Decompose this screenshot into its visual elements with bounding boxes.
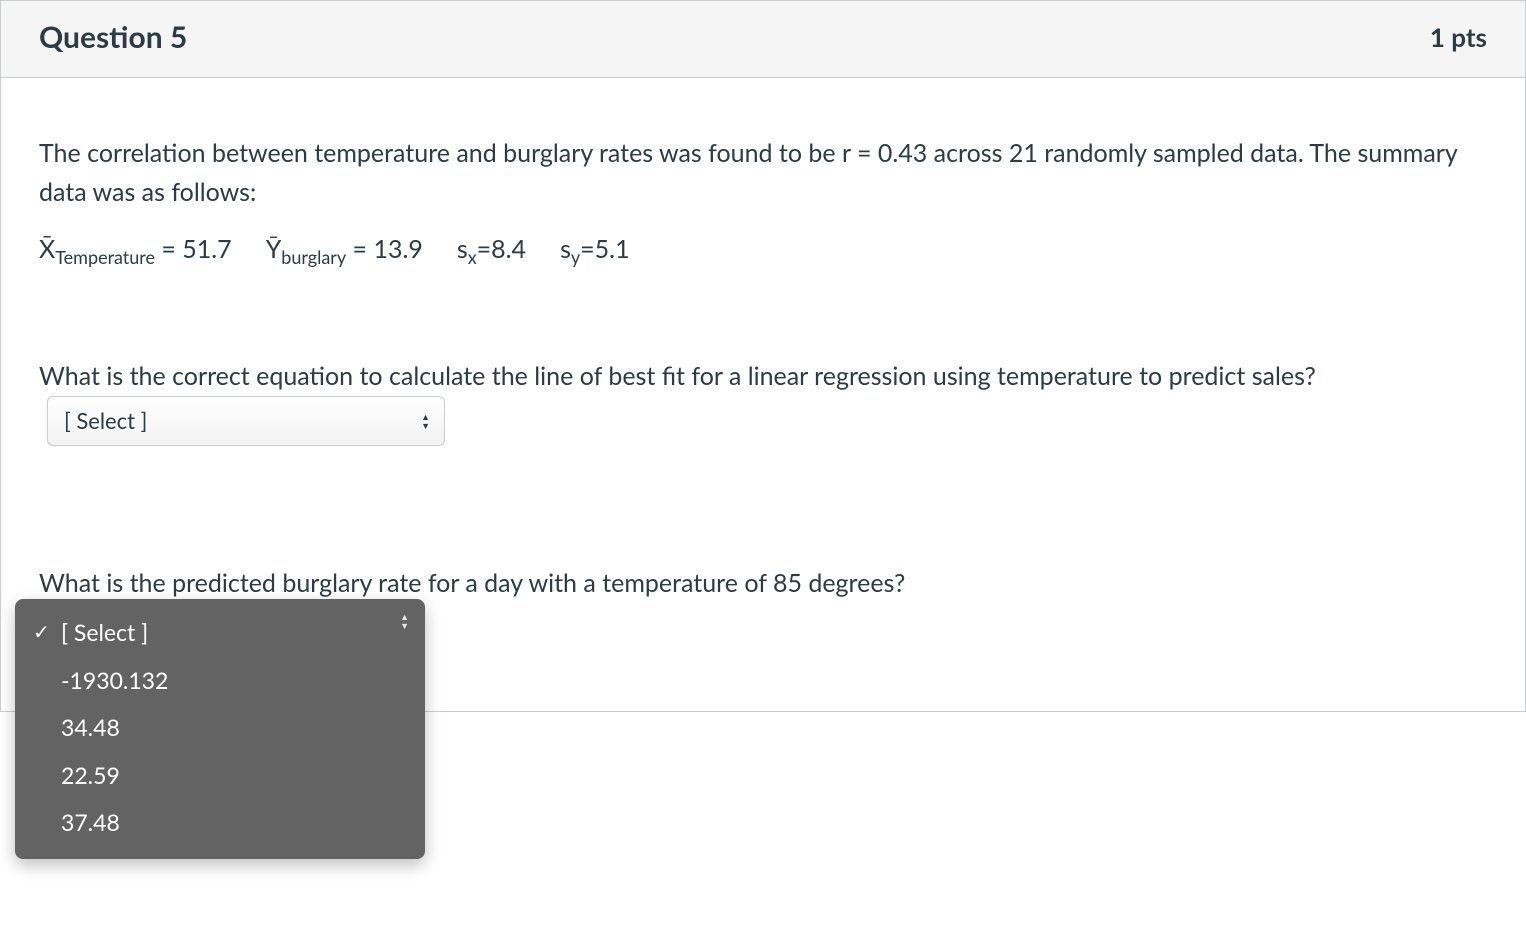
sy-subscript: y xyxy=(571,246,580,268)
check-icon: ✓ xyxy=(33,617,51,648)
option-label: 37.48 xyxy=(61,805,120,841)
xbar-value: = 51.7 xyxy=(155,234,232,264)
prediction-dropdown-panel[interactable]: ▲▼ ✓ [ Select ] -1930.132 34.48 xyxy=(15,599,425,859)
summary-stats: X̄Temperature = 51.7 Ȳburglary = 13.9 sx… xyxy=(39,230,1487,272)
stat-ybar: Ȳburglary = 13.9 xyxy=(266,230,423,272)
stat-xbar: X̄Temperature = 51.7 xyxy=(39,230,232,272)
question-card: Question 5 1 pts The correlation between… xyxy=(0,0,1526,712)
dropdown-option-placeholder[interactable]: ✓ [ Select ] xyxy=(15,609,425,657)
option-label: [ Select ] xyxy=(61,615,148,651)
subquestion-equation: What is the correct equation to calculat… xyxy=(39,357,1487,446)
question-title: Question 5 xyxy=(39,19,187,55)
option-label: 22.59 xyxy=(61,758,120,794)
ybar-value: = 13.9 xyxy=(346,234,423,264)
ybar-subscript: burglary xyxy=(281,246,346,268)
sy-value: =5.1 xyxy=(580,234,629,264)
intro-text: The correlation between temperature and … xyxy=(39,134,1487,212)
equation-select[interactable]: [ Select ] ▲▼ xyxy=(47,396,445,446)
updown-icon: ▲▼ xyxy=(421,413,430,429)
question-header: Question 5 1 pts xyxy=(1,1,1525,78)
dropdown-option-1[interactable]: -1930.132 xyxy=(15,657,425,705)
dropdown-option-2[interactable]: 34.48 xyxy=(15,704,425,752)
sx-subscript: x xyxy=(468,246,477,268)
subquestion-prediction-text: What is the predicted burglary rate for … xyxy=(39,564,1487,603)
xbar-symbol: X̄ xyxy=(39,234,55,264)
dropdown-option-4[interactable]: 37.48 xyxy=(15,799,425,847)
option-label: 34.48 xyxy=(61,710,120,746)
question-body: The correlation between temperature and … xyxy=(1,78,1525,711)
ybar-symbol: Ȳ xyxy=(266,234,282,264)
equation-select-value: [ Select ] xyxy=(64,404,147,438)
question-points: 1 pts xyxy=(1430,21,1487,53)
subquestion-equation-text: What is the correct equation to calculat… xyxy=(39,361,1316,391)
updown-icon: ▲▼ xyxy=(400,613,409,629)
xbar-subscript: Temperature xyxy=(55,246,155,268)
dropdown-option-3[interactable]: 22.59 xyxy=(15,752,425,800)
stat-sx: sx=8.4 xyxy=(457,230,526,272)
subquestion-prediction: What is the predicted burglary rate for … xyxy=(39,564,1487,671)
sx-symbol: s xyxy=(457,234,468,264)
stat-sy: sy=5.1 xyxy=(560,230,630,272)
sy-symbol: s xyxy=(560,234,571,264)
sx-value: =8.4 xyxy=(477,234,526,264)
option-label: -1930.132 xyxy=(61,663,168,699)
